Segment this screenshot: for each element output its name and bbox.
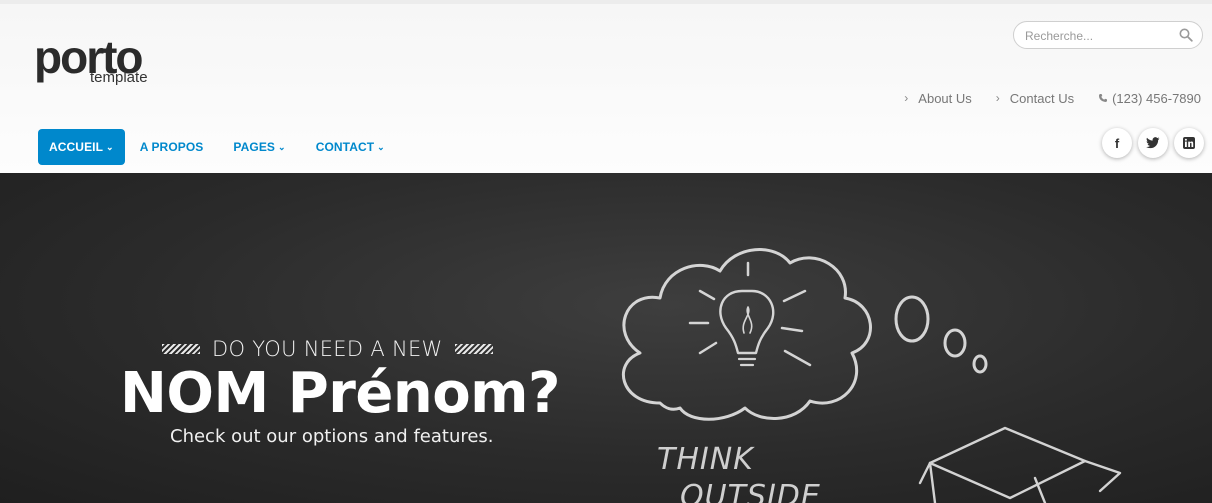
nav-item-label: ACCUEIL bbox=[49, 140, 104, 154]
chevron-right-icon: › bbox=[904, 91, 909, 105]
chevron-down-icon: ⌄ bbox=[106, 141, 114, 152]
phone-icon bbox=[1099, 94, 1108, 102]
logo-subtitle: template bbox=[90, 69, 148, 86]
about-us-label: About Us bbox=[918, 90, 972, 106]
about-us-link[interactable]: › About Us bbox=[904, 90, 971, 106]
twitter-icon bbox=[1146, 137, 1160, 149]
social-links: f bbox=[1102, 128, 1204, 158]
contact-us-label: Contact Us bbox=[1009, 90, 1075, 106]
hero-title: NOM Prénom? bbox=[120, 361, 561, 426]
phone-number: (123) 456-7890 bbox=[1098, 90, 1201, 106]
chalk-text-think: THINK bbox=[657, 442, 755, 477]
contact-us-link[interactable]: › Contact Us bbox=[996, 90, 1074, 106]
hero-subtitle: Check out our options and features. bbox=[170, 426, 494, 447]
twitter-button[interactable] bbox=[1138, 128, 1168, 158]
nav-item-a-propos[interactable]: A PROPOS bbox=[125, 129, 219, 165]
nav-item-label: A PROPOS bbox=[139, 140, 204, 154]
nav-item-pages[interactable]: PAGES ⌄ bbox=[218, 129, 300, 165]
nav-item-label: PAGES bbox=[233, 140, 276, 154]
chalk-text-outside: OUTSIDE bbox=[680, 479, 821, 503]
linkedin-button[interactable] bbox=[1174, 128, 1204, 158]
search-icon[interactable] bbox=[1179, 28, 1193, 42]
hero-pretitle-row: DO YOU NEED A NEW bbox=[162, 337, 493, 361]
facebook-icon: f bbox=[1114, 135, 1120, 151]
chevron-down-icon: ⌄ bbox=[377, 141, 385, 152]
stripe-decoration bbox=[454, 344, 493, 354]
facebook-button[interactable]: f bbox=[1102, 128, 1132, 158]
porto-logo[interactable]: porto template bbox=[34, 34, 154, 94]
top-links: › About Us › Contact Us (123) 456-7890 bbox=[904, 90, 1201, 106]
nav-item-accueil[interactable]: ACCUEIL ⌄ bbox=[38, 129, 125, 165]
hero-slider: THINK OUTSIDE DO YOU NEED A NEW NOM Prén… bbox=[0, 173, 1212, 503]
hero-pretitle: DO YOU NEED A NEW bbox=[212, 337, 443, 361]
search-box bbox=[1013, 21, 1203, 49]
chevron-right-icon: › bbox=[995, 91, 1000, 105]
chevron-down-icon: ⌄ bbox=[278, 141, 286, 152]
phone-label: (123) 456-7890 bbox=[1112, 90, 1201, 106]
linkedin-icon bbox=[1183, 137, 1195, 149]
site-header: porto template › About Us › Contact Us (… bbox=[0, 4, 1212, 173]
main-nav: ACCUEIL ⌄ A PROPOS PAGES ⌄ CONTACT ⌄ bbox=[38, 129, 400, 165]
stripe-decoration bbox=[162, 344, 200, 354]
nav-item-label: CONTACT bbox=[315, 140, 375, 154]
search-input[interactable] bbox=[1025, 28, 1175, 44]
nav-item-contact[interactable]: CONTACT ⌄ bbox=[301, 129, 400, 165]
